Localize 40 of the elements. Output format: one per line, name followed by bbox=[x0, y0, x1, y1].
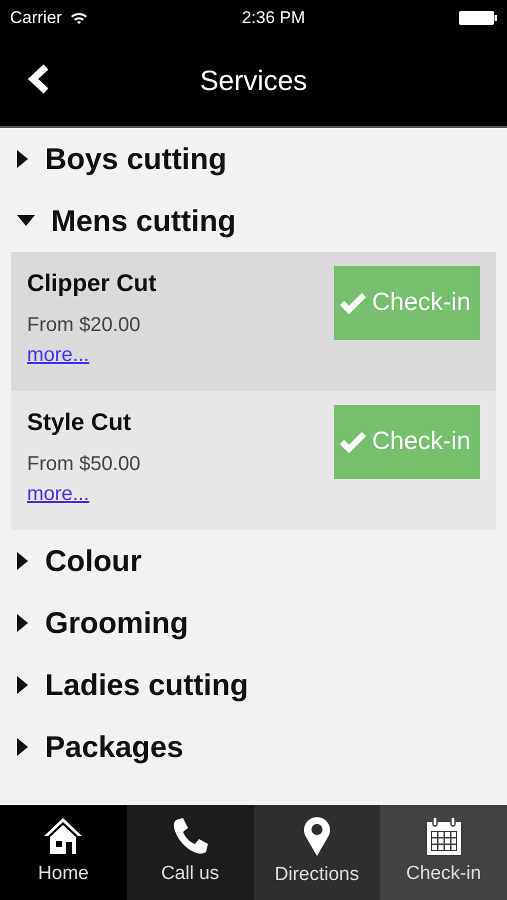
category-name: Boys cutting bbox=[45, 142, 227, 178]
caret-right-icon bbox=[17, 552, 29, 570]
calendar-icon bbox=[424, 816, 463, 856]
category-row[interactable]: Packages bbox=[11, 716, 496, 778]
status-time: 2:36 PM bbox=[242, 7, 306, 30]
home-icon bbox=[42, 816, 84, 856]
category-name: Mens cutting bbox=[51, 204, 236, 240]
tab-button[interactable]: Call us bbox=[126, 805, 254, 900]
more-link[interactable]: more... bbox=[27, 340, 90, 370]
caret-right-icon bbox=[17, 676, 29, 694]
caret-down-icon bbox=[17, 215, 35, 227]
service-price: From $20.00 bbox=[27, 313, 142, 338]
category-row[interactable]: Ladies cutting bbox=[11, 654, 496, 716]
service-row[interactable]: Clipper Cut From $20.00 more... Check-in bbox=[11, 252, 496, 391]
category-name: Colour bbox=[45, 544, 142, 580]
page-title: Services bbox=[200, 64, 308, 98]
tab-button[interactable]: Directions bbox=[254, 805, 380, 900]
tab-button[interactable]: Check-in bbox=[380, 805, 507, 900]
service-row[interactable]: Style Cut From $50.00 more... Check-in bbox=[11, 391, 496, 530]
service-name: Style Cut bbox=[27, 408, 132, 438]
check-icon bbox=[340, 292, 366, 314]
caret-right-icon bbox=[17, 738, 29, 756]
caret-right-icon bbox=[17, 150, 29, 168]
category-name: Ladies cutting bbox=[45, 668, 248, 704]
category-row[interactable]: Grooming bbox=[11, 592, 496, 654]
caret-right-icon bbox=[17, 614, 29, 632]
category-row[interactable]: Boys cutting bbox=[11, 128, 496, 190]
wifi-icon bbox=[70, 11, 88, 25]
tab-button[interactable]: Home bbox=[0, 805, 127, 900]
service-name: Clipper Cut bbox=[27, 269, 156, 299]
category-name: Grooming bbox=[45, 606, 188, 642]
category-row[interactable]: Mens cutting bbox=[11, 190, 496, 252]
carrier-name: Carrier bbox=[10, 7, 62, 30]
service-price: From $50.00 bbox=[27, 452, 140, 477]
category-row[interactable]: Colour bbox=[11, 530, 496, 592]
more-link[interactable]: more... bbox=[27, 479, 90, 509]
battery-icon bbox=[458, 11, 497, 25]
category-name: Packages bbox=[45, 730, 184, 766]
check-icon bbox=[340, 431, 366, 453]
map-pin-icon bbox=[302, 815, 332, 858]
